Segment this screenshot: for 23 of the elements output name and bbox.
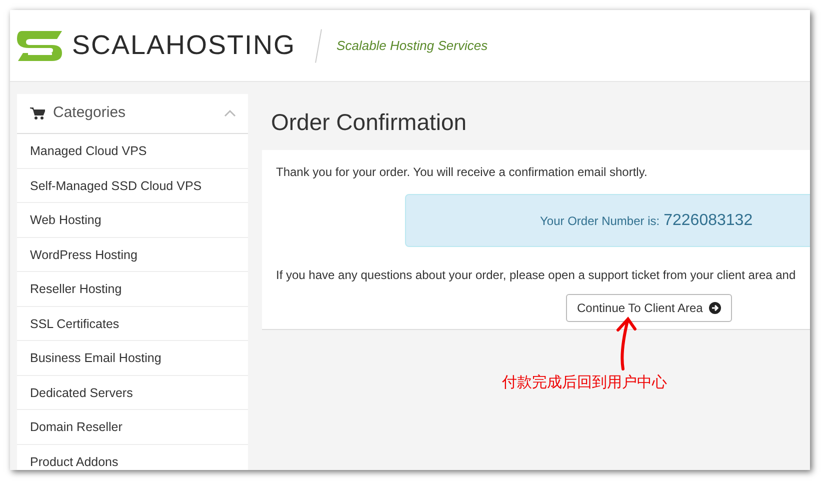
continue-button[interactable]: Continue To Client Area — [566, 294, 732, 322]
brand-name: SCALAHOSTING — [72, 29, 296, 62]
questions-text: If you have any questions about your order, please open a support ticket from your client area and — [276, 267, 796, 284]
category-link[interactable]: Self-Managed SSD Cloud VPS — [17, 168, 248, 203]
category-link[interactable]: Managed Cloud VPS — [17, 134, 248, 168]
category-link[interactable]: WordPress Hosting — [17, 238, 248, 272]
order-number: 7226083132 — [664, 210, 753, 230]
category-link[interactable]: Web Hosting — [17, 203, 248, 238]
category-link[interactable]: Domain Reseller — [17, 410, 248, 444]
categories-title: Categories — [53, 103, 126, 124]
annotation-text: 付款完成后回到用户中心 — [502, 374, 667, 392]
order-number-label: Your Order Number is: — [540, 212, 660, 230]
cart-icon — [30, 107, 45, 120]
tagline: Scalable Hosting Services — [336, 36, 488, 55]
collapse-icon[interactable] — [224, 109, 236, 118]
category-link[interactable]: SSL Certificates — [17, 306, 248, 341]
thanks-text: Thank you for your order. You will receive a confirmation email shortly. — [276, 164, 648, 181]
category-link[interactable]: Reseller Hosting — [17, 272, 248, 306]
category-link[interactable]: Business Email Hosting — [17, 341, 248, 376]
category-link[interactable]: Product Addons — [17, 444, 248, 470]
page-title: Order Confirmation — [271, 108, 468, 137]
arrow-right-icon — [708, 302, 721, 314]
category-link[interactable]: Dedicated Servers — [17, 376, 248, 410]
